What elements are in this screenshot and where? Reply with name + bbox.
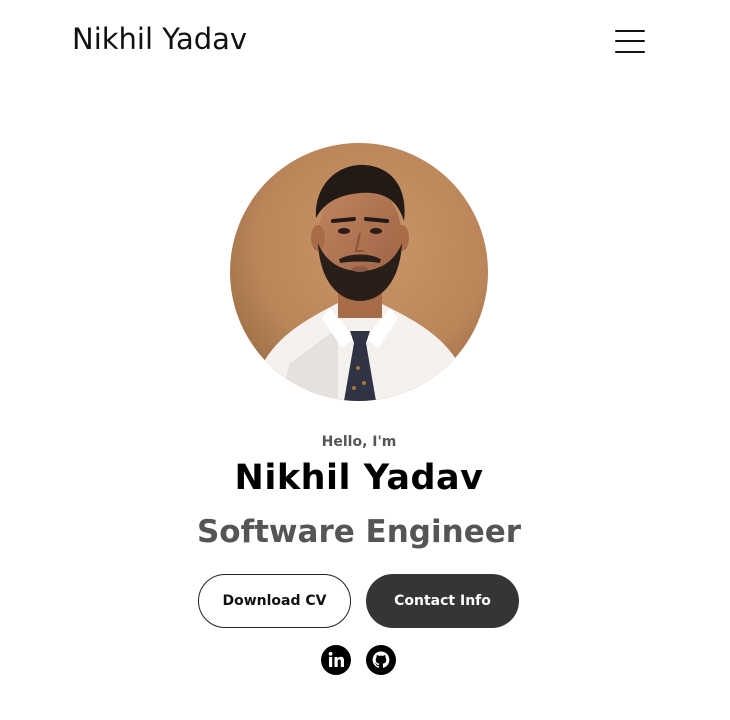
- linkedin-icon[interactable]: [320, 644, 352, 676]
- menu-line: [615, 40, 645, 42]
- contact-info-button[interactable]: Contact Info: [366, 574, 519, 628]
- profile-title: Software Engineer: [196, 514, 522, 550]
- menu-line: [615, 51, 645, 53]
- menu-line: [615, 30, 645, 32]
- greeting-text: Hello, I'm: [321, 434, 397, 450]
- github-icon[interactable]: [365, 644, 397, 676]
- download-cv-button[interactable]: Download CV: [198, 574, 351, 628]
- profile-photo: [230, 143, 488, 401]
- hamburger-menu-icon[interactable]: [615, 28, 647, 54]
- page: Nikhil Yadav Hello, I'm Nikhil Yadav Sof…: [0, 0, 730, 720]
- site-logo[interactable]: Nikhil Yadav: [72, 22, 247, 56]
- profile-name: Nikhil Yadav: [234, 458, 484, 498]
